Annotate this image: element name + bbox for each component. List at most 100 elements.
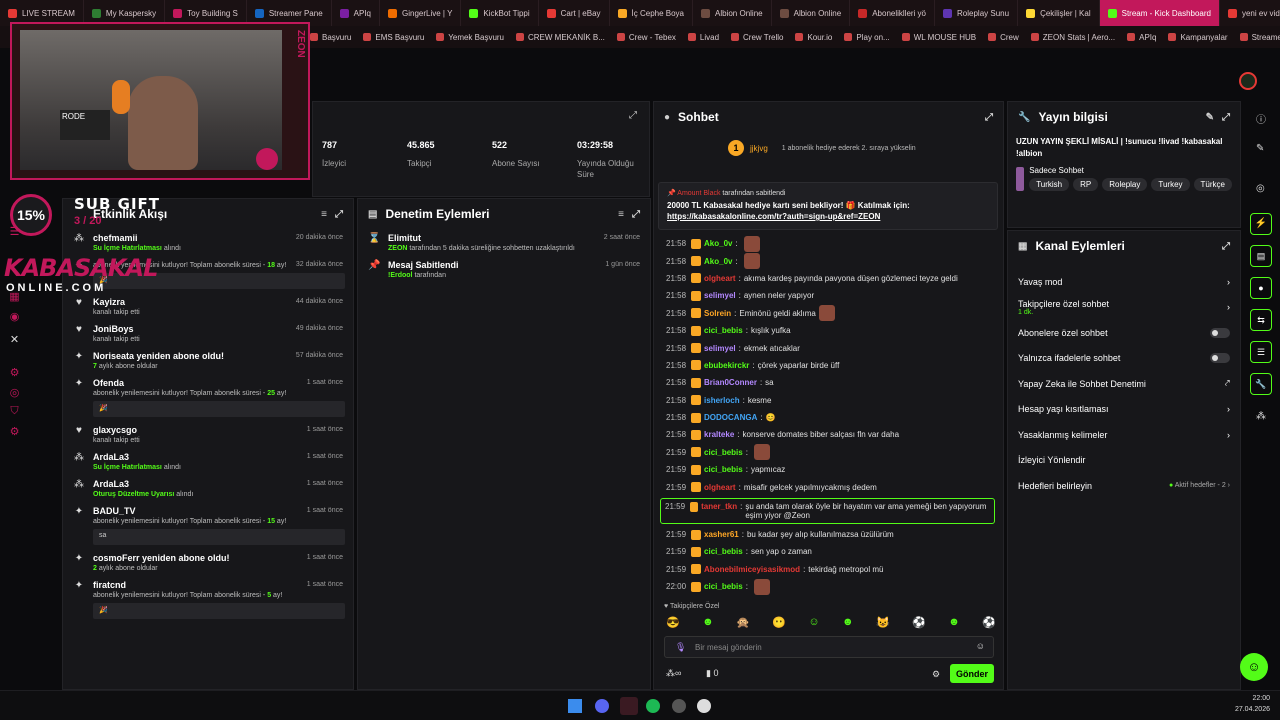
layers-icon[interactable]: ☰	[1250, 341, 1272, 363]
stream-tag[interactable]: RP	[1073, 178, 1099, 191]
chat-message[interactable]: 21:58 Brian0Conner: sa	[654, 374, 1003, 391]
chat-username[interactable]: ebubekirckr	[704, 361, 749, 370]
chat-message[interactable]: 21:58 DODOCANGA: 😊	[654, 409, 1003, 426]
browser-tab[interactable]: Albion Online	[693, 0, 772, 26]
browser-tab[interactable]: İç Cephe Boya	[610, 0, 694, 26]
chat-message[interactable]: 21:58 Ako_0v:	[654, 252, 1003, 270]
notes-icon[interactable]: ▤	[1250, 245, 1272, 267]
chat-message[interactable]: 21:58 kralteke: konserve domates biber sal…	[654, 426, 1003, 443]
channel-action-row[interactable]: İzleyici Yönlendir	[1008, 448, 1240, 474]
chat-username[interactable]: Brian0Conner	[704, 378, 757, 387]
moderation-item[interactable]: ⌛ Elimitut ZEON tarafından 5 dakika süreli…	[358, 229, 650, 256]
channel-action-row[interactable]: Hedefleri belirleyin ● Aktif hedefler - 2…	[1008, 473, 1240, 499]
stream-tag[interactable]: Turkey	[1151, 178, 1190, 191]
bookmark-item[interactable]: ZEON Stats | Aero...	[1030, 33, 1115, 42]
info-icon[interactable]: ⓘ	[1256, 111, 1266, 126]
bookmark-item[interactable]: Kampanyalar	[1168, 33, 1228, 42]
activity-item[interactable]: ✦ Noriseata yeniden abone oldu! 7 aylık ab…	[63, 347, 353, 374]
browser-icon[interactable]	[620, 697, 638, 715]
media-icon[interactable]	[697, 699, 711, 713]
edit-icon[interactable]: ✎	[1206, 112, 1214, 123]
swap-icon[interactable]: ⇆	[1250, 309, 1272, 331]
browser-tab[interactable]: KickBot Tippi	[461, 0, 539, 26]
bookmark-item[interactable]: Yemek Başvuru	[436, 33, 504, 42]
activity-item[interactable]: ✦ firatcnd abonelik yenilemesini kutluyor!…	[63, 576, 353, 623]
chat-username[interactable]: xasher61	[704, 530, 739, 539]
windows-start-icon[interactable]	[568, 699, 582, 713]
activity-item[interactable]: ✦ Ofenda abonelik yenilemesini kutluyor! T…	[63, 374, 353, 421]
bookmark-item[interactable]: Crew	[988, 33, 1019, 42]
filter-icon[interactable]: ≡	[618, 209, 624, 220]
chat-username[interactable]: cici_bebis	[704, 326, 743, 335]
wallet-icon[interactable]: ◎	[8, 386, 21, 399]
popout-icon[interactable]: ⤢	[629, 110, 637, 121]
shield-icon[interactable]: ⛉	[8, 405, 21, 418]
bookmark-item[interactable]: Livad	[687, 33, 719, 42]
chat-message[interactable]: 21:58 ebubekirckr: çörek yaparlar birde üf…	[654, 357, 1003, 374]
wrench-icon[interactable]: 🔧	[1250, 373, 1272, 395]
chat-username[interactable]: DODOCANGA	[704, 413, 757, 422]
bookmark-item[interactable]: Kour.io	[795, 33, 832, 42]
popout-icon[interactable]: ⤢	[1222, 112, 1230, 123]
chevron-right-icon[interactable]: ›	[1227, 430, 1230, 440]
chat-username[interactable]: cici_bebis	[704, 582, 743, 591]
discord-icon[interactable]	[595, 699, 609, 713]
popout-icon[interactable]: ⤢	[335, 209, 343, 220]
activity-item[interactable]: ⁂ chefmamii Su İçme Hatırlatması alındı 20 …	[63, 229, 353, 256]
channel-action-row[interactable]: Yasaklanmış kelimeler ›	[1008, 422, 1240, 448]
activity-item[interactable]: ✦ BADU_TV abonelik yenilemesini kutluyor! …	[63, 502, 353, 549]
chat-username[interactable]: cici_bebis	[704, 448, 743, 457]
bookmark-item[interactable]: Crew Trello	[731, 33, 783, 42]
bookmark-item[interactable]: Play on...	[844, 33, 890, 42]
popout-icon[interactable]: ⤢	[985, 112, 993, 123]
bookmark-item[interactable]: Crew - Tebex	[616, 33, 676, 42]
chevron-right-icon[interactable]: ›	[1227, 404, 1230, 414]
lightning-icon[interactable]: ⚡	[1250, 213, 1272, 235]
bookmark-item[interactable]: Başvuru	[310, 33, 351, 42]
channel-action-row[interactable]: Yalnızca ifadelerle sohbet	[1008, 346, 1240, 372]
chat-username[interactable]: selimyel	[704, 291, 736, 300]
chat-input[interactable]: 🎙 Bir mesaj gönderin ☺	[664, 636, 994, 658]
channel-action-row[interactable]: Abonelere özel sohbet	[1008, 320, 1240, 346]
chevron-right-icon[interactable]: ›	[1227, 302, 1230, 312]
bookmark-item[interactable]: WL MOUSE HUB	[901, 33, 976, 42]
steam-icon[interactable]	[672, 699, 686, 713]
browser-tab[interactable]: Çekilişler | Kal	[1018, 0, 1100, 26]
popout-icon[interactable]: ⤢	[1222, 241, 1230, 252]
browser-tab[interactable]: yeni ev videok	[1220, 0, 1280, 26]
bookmark-item[interactable]: EMS Başvuru	[363, 33, 424, 42]
bookmark-item[interactable]: Streamer Panel	[1239, 33, 1280, 42]
activity-item[interactable]: ⁂ ArdaLa3 Oturuş Düzeltme Uyarısı alındı 1 …	[63, 475, 353, 502]
target-icon[interactable]: ◎	[1256, 183, 1265, 194]
toggle-switch[interactable]	[1210, 353, 1230, 364]
chat-username[interactable]: kralteke	[704, 430, 734, 439]
chat-message[interactable]: 22:00 cici_bebis:	[654, 578, 1003, 595]
toggle-switch[interactable]	[1210, 327, 1230, 338]
chat-username[interactable]: cici_bebis	[704, 465, 743, 474]
x-icon[interactable]: ✕	[8, 333, 21, 346]
filter-icon[interactable]: ≡	[321, 209, 327, 220]
chat-message[interactable]: 21:58 selimyel: ekmek atıcaklar	[654, 339, 1003, 356]
chat-message[interactable]: 21:59 cici_bebis:	[654, 444, 1003, 461]
activity-item[interactable]: ♥ glaxycsgo kanalı takip etti 1 saat önce	[63, 421, 353, 448]
chat-message[interactable]: 21:59 cici_bebis: sen yap o zaman	[654, 543, 1003, 560]
browser-tab[interactable]: APIq	[332, 0, 380, 26]
chat-username[interactable]: Ako_0v	[704, 257, 732, 266]
chat-message[interactable]: 21:58 cici_bebis: kışlık yufka	[654, 322, 1003, 339]
chat-message[interactable]: 21:59 Abonebilmiceyisasikmod: tekirdağ met…	[654, 561, 1003, 578]
chat-username[interactable]: taner_tkn	[701, 502, 737, 511]
chat-username[interactable]: Ako_0v	[704, 239, 732, 248]
browser-tab[interactable]: Stream - Kick Dashboard	[1099, 0, 1220, 26]
chat-username[interactable]: cici_bebis	[704, 547, 743, 556]
activity-item[interactable]: ♥ Kayizra kanalı takip etti 44 dakika önce	[63, 293, 353, 320]
browser-tab[interactable]: Roleplay Sunu	[935, 0, 1019, 26]
stats-icon[interactable]: ⁂∞	[666, 668, 681, 679]
chat-username[interactable]: Solrein	[704, 309, 731, 318]
chat-message[interactable]: 21:58 isherloch: kesme	[654, 392, 1003, 409]
gear-icon[interactable]: ⚙	[8, 425, 21, 438]
chat-bubble-icon[interactable]: ●	[1250, 277, 1272, 299]
chat-username[interactable]: olgheart	[704, 483, 736, 492]
chat-message[interactable]: 21:59 cici_bebis: yapmıcaz	[654, 461, 1003, 478]
chat-message[interactable]: 21:59 taner_tkn: şu anda tam olarak öyle b…	[660, 497, 995, 524]
browser-tab[interactable]: GingerLive | Y	[380, 0, 462, 26]
